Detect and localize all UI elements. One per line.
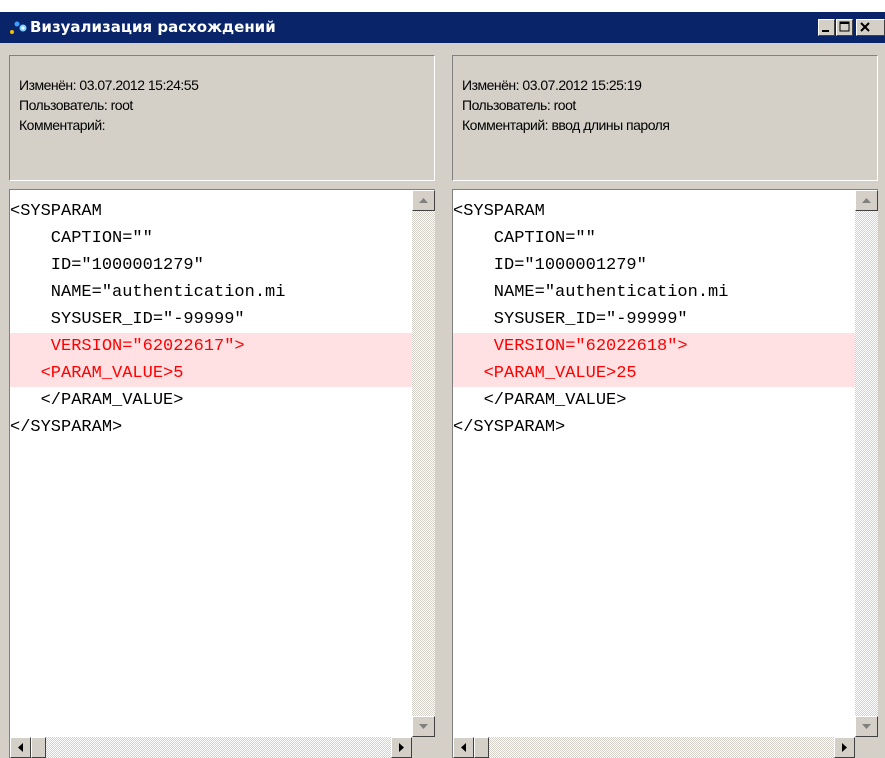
right-vertical-scrollbar[interactable] bbox=[855, 190, 878, 737]
left-scroll-right-button[interactable] bbox=[391, 737, 412, 758]
arrow-down-icon bbox=[862, 724, 871, 729]
maximize-icon bbox=[839, 21, 850, 32]
left-horizontal-scrollbar[interactable] bbox=[10, 737, 412, 758]
code-line: ID="1000001279" bbox=[10, 256, 204, 275]
minimize-icon bbox=[822, 30, 829, 32]
arrow-right-icon bbox=[399, 743, 404, 752]
arrow-down-icon bbox=[419, 724, 428, 729]
left-code-view[interactable]: <SYSPARAM CAPTION="" ID="1000001279" NAM… bbox=[9, 189, 435, 758]
code-line: CAPTION="" bbox=[10, 229, 153, 248]
code-line-diff: VERSION="62022617"> bbox=[10, 333, 412, 360]
right-modified-text: Изменён: 03.07.2012 15:25:19 bbox=[462, 77, 642, 93]
right-scroll-thumb[interactable] bbox=[474, 737, 489, 758]
title-bar[interactable]: Визуализация расхождений bbox=[0, 12, 885, 43]
right-scroll-up-button[interactable] bbox=[855, 190, 878, 211]
code-line: <SYSPARAM bbox=[10, 202, 102, 221]
code-line: </SYSPARAM> bbox=[10, 418, 123, 437]
left-scroll-thumb[interactable] bbox=[31, 737, 46, 758]
code-line: ID="1000001279" bbox=[453, 256, 647, 275]
code-line: NAME="authentication.mi bbox=[453, 283, 729, 302]
close-button[interactable] bbox=[856, 19, 885, 36]
right-pane: Изменён: 03.07.2012 15:25:19 Пользовател… bbox=[443, 43, 881, 758]
right-scroll-right-button[interactable] bbox=[834, 737, 855, 758]
code-line: </PARAM_VALUE> bbox=[10, 391, 184, 410]
left-scroll-up-button[interactable] bbox=[412, 190, 435, 211]
arrow-up-icon bbox=[862, 198, 871, 203]
right-scroll-left-button[interactable] bbox=[453, 737, 474, 758]
scroll-corner bbox=[412, 737, 435, 758]
right-user-text: Пользователь: root bbox=[462, 97, 576, 113]
left-comment-text: Комментарий: bbox=[19, 117, 106, 133]
right-horizontal-scrollbar[interactable] bbox=[453, 737, 855, 758]
arrow-left-icon bbox=[18, 743, 23, 752]
right-code-view[interactable]: <SYSPARAM CAPTION="" ID="1000001279" NAM… bbox=[452, 189, 878, 758]
left-modified-text: Изменён: 03.07.2012 15:24:55 bbox=[19, 77, 199, 93]
left-user-text: Пользователь: root bbox=[19, 97, 133, 113]
code-line: <SYSPARAM bbox=[453, 202, 545, 221]
window-title: Визуализация расхождений bbox=[30, 18, 276, 36]
code-line: SYSUSER_ID="-99999" bbox=[453, 310, 688, 329]
right-scroll-down-button[interactable] bbox=[855, 716, 878, 737]
diff-window: Визуализация расхождений Изменён: 03.07.… bbox=[0, 12, 885, 758]
minimize-button[interactable] bbox=[818, 19, 835, 36]
left-code-lines: <SYSPARAM CAPTION="" ID="1000001279" NAM… bbox=[10, 198, 412, 738]
code-line: NAME="authentication.mi bbox=[10, 283, 286, 302]
left-pane: Изменён: 03.07.2012 15:24:55 Пользовател… bbox=[0, 43, 438, 758]
arrow-up-icon bbox=[419, 198, 428, 203]
code-line-diff: <PARAM_VALUE>25 bbox=[453, 360, 855, 387]
right-comment-text: Комментарий: ввод длины пароля bbox=[462, 117, 670, 133]
right-code-lines: <SYSPARAM CAPTION="" ID="1000001279" NAM… bbox=[453, 198, 855, 738]
right-info-panel: Изменён: 03.07.2012 15:25:19 Пользовател… bbox=[452, 55, 878, 181]
code-line-diff: VERSION="62022618"> bbox=[453, 333, 855, 360]
left-scroll-left-button[interactable] bbox=[10, 737, 31, 758]
code-line-diff: <PARAM_VALUE>5 bbox=[10, 360, 412, 387]
close-icon bbox=[860, 22, 870, 32]
app-icon bbox=[8, 19, 30, 37]
left-vertical-scrollbar[interactable] bbox=[412, 190, 435, 737]
left-scroll-down-button[interactable] bbox=[412, 716, 435, 737]
arrow-left-icon bbox=[461, 743, 466, 752]
code-line: </SYSPARAM> bbox=[453, 418, 566, 437]
left-info-panel: Изменён: 03.07.2012 15:24:55 Пользовател… bbox=[9, 55, 435, 181]
code-line: </PARAM_VALUE> bbox=[453, 391, 627, 410]
code-line: SYSUSER_ID="-99999" bbox=[10, 310, 245, 329]
arrow-right-icon bbox=[842, 743, 847, 752]
scroll-corner bbox=[855, 737, 878, 758]
maximize-button[interactable] bbox=[836, 19, 853, 36]
code-line: CAPTION="" bbox=[453, 229, 596, 248]
